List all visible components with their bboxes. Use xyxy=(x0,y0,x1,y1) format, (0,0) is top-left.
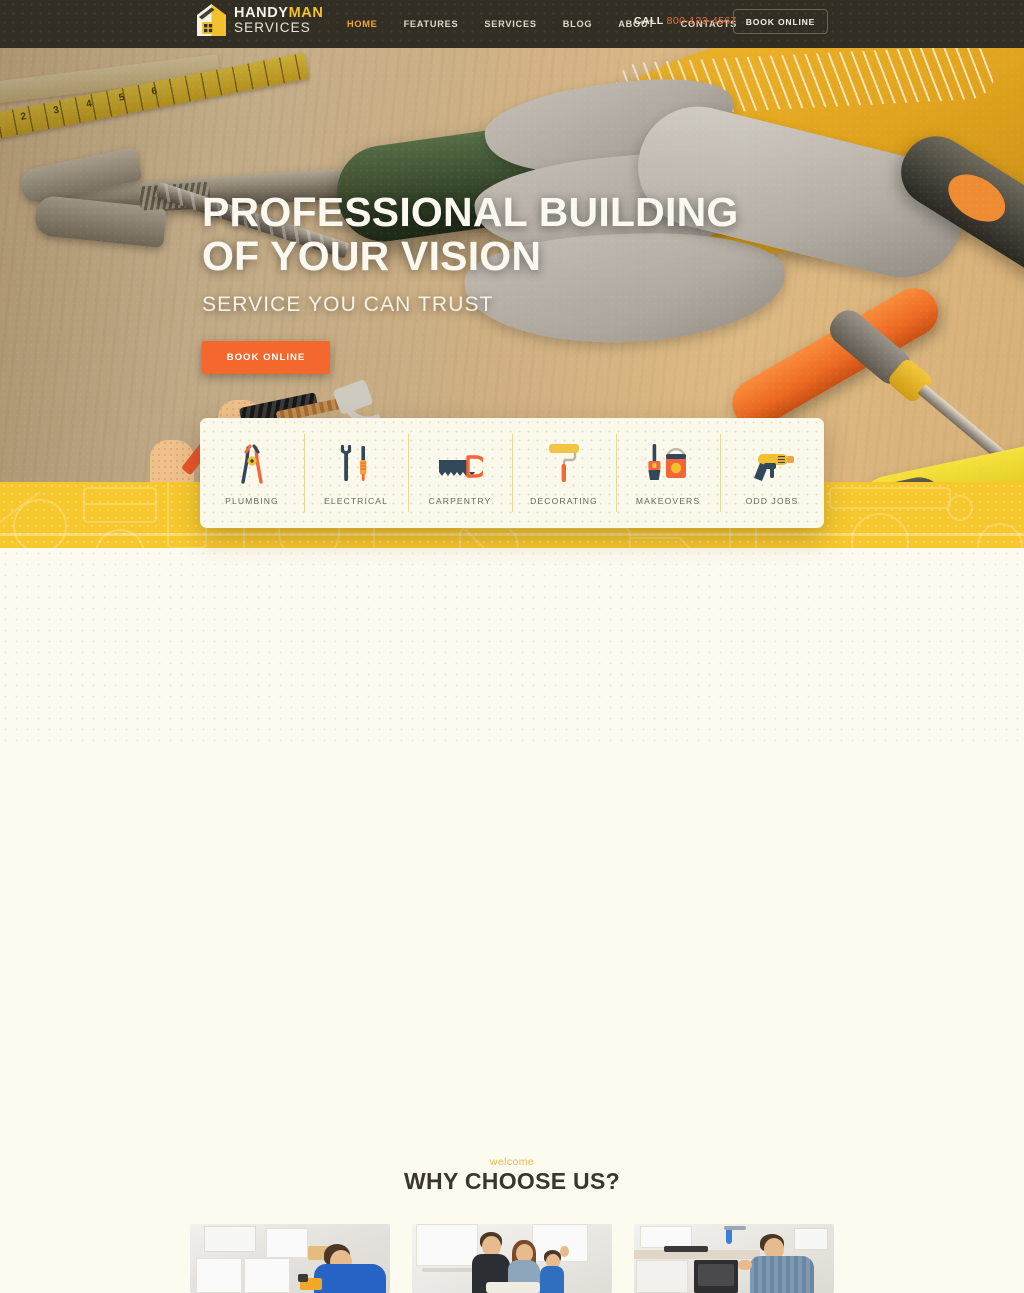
section-title: WHY CHOOSE US? xyxy=(404,1168,620,1194)
phone-number[interactable]: 800-123-4567 xyxy=(667,15,737,27)
logo-text: HANDYMAN SERVICES xyxy=(234,4,324,35)
nav-item-features[interactable]: FEATURES xyxy=(391,19,472,29)
pliers-icon xyxy=(235,440,269,484)
paint-roller-icon xyxy=(545,440,583,484)
service-label: MAKEOVERS xyxy=(635,496,701,506)
service-label: DECORATING xyxy=(530,496,598,506)
drill-icon xyxy=(748,440,796,484)
hero-copy: PROFESSIONAL BUILDING OF YOUR VISION SER… xyxy=(202,189,739,374)
phone-block: CALL 800-123-4567 xyxy=(634,15,737,27)
wrench-screwdriver-icon xyxy=(336,440,376,484)
nav-item-services[interactable]: SERVICES xyxy=(471,19,549,29)
why-card-photo-3[interactable] xyxy=(634,1224,834,1293)
service-item-plumbing[interactable]: PLUMBING xyxy=(200,418,304,528)
hero-book-online-button[interactable]: BOOK ONLINE xyxy=(202,340,330,374)
services-card: PLUMBING ELECTRICAL CARPENTRY DECORATING… xyxy=(200,418,824,528)
hero-heading-line-2: OF YOUR VISION xyxy=(202,232,542,279)
service-label: PLUMBING xyxy=(225,496,279,506)
logo[interactable]: HANDYMAN SERVICES xyxy=(196,3,323,37)
house-logo-icon xyxy=(196,3,227,37)
hero-subheading: SERVICE YOU CAN TRUST xyxy=(202,292,494,316)
service-item-carpentry[interactable]: CARPENTRY xyxy=(408,418,512,528)
site-header: HANDYMAN SERVICES HOME FEATURES SERVICES… xyxy=(0,0,1024,48)
header-book-online-button[interactable]: BOOK ONLINE xyxy=(733,9,828,34)
why-card-photo-1[interactable] xyxy=(190,1224,390,1293)
section-eyebrow: welcome xyxy=(489,1156,535,1168)
service-label: CARPENTRY xyxy=(428,496,492,506)
logo-line-2: SERVICES xyxy=(234,20,311,35)
service-label: ODD JOBS xyxy=(745,496,799,506)
hero-heading-line-1: PROFESSIONAL BUILDING xyxy=(202,189,739,235)
why-card-photo-2[interactable] xyxy=(412,1224,612,1293)
brush-paintcan-icon xyxy=(644,440,692,484)
service-item-electrical[interactable]: ELECTRICAL xyxy=(304,418,408,528)
nav-item-home[interactable]: HOME xyxy=(334,19,391,29)
service-item-odd-jobs[interactable]: ODD JOBS xyxy=(720,418,824,528)
handsaw-icon xyxy=(437,440,483,484)
hero-heading: PROFESSIONAL BUILDING OF YOUR VISION xyxy=(202,189,739,279)
logo-line-1: HANDYMAN xyxy=(234,4,324,21)
band-divider-line xyxy=(0,533,1024,536)
call-label: CALL xyxy=(634,15,664,27)
service-item-decorating[interactable]: DECORATING xyxy=(512,418,616,528)
nav-item-blog[interactable]: BLOG xyxy=(550,19,606,29)
service-item-makeovers[interactable]: MAKEOVERS xyxy=(616,418,720,528)
why-choose-us-section: welcome WHY CHOOSE US? xyxy=(0,548,1024,1293)
why-choose-us-cards xyxy=(190,1224,834,1293)
service-label: ELECTRICAL xyxy=(323,496,388,506)
